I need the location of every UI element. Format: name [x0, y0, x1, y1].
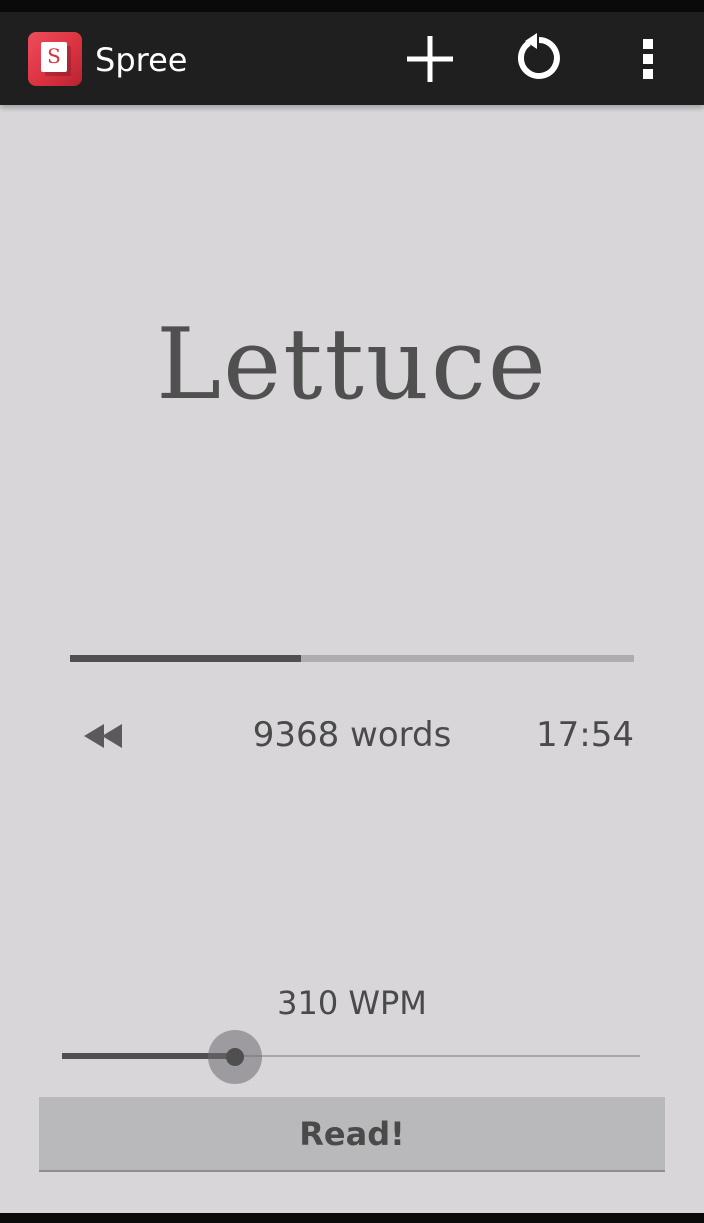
- app-title: Spree: [95, 41, 188, 79]
- action-bar: S Spree: [0, 12, 704, 105]
- rewind-button[interactable]: [74, 713, 134, 759]
- app-logo-icon[interactable]: S: [28, 32, 82, 86]
- navigation-bar: [0, 1213, 704, 1223]
- status-bar: [0, 0, 704, 12]
- overflow-menu-icon: [643, 39, 653, 79]
- app-logo-letter: S: [47, 44, 61, 68]
- restart-icon: [517, 33, 560, 79]
- reading-progress-bar: [70, 655, 634, 662]
- slider-thumb[interactable]: [208, 1030, 262, 1084]
- wpm-label: 310 WPM: [277, 984, 427, 1022]
- restart-button[interactable]: [509, 29, 569, 89]
- current-word: Lettuce: [156, 308, 548, 422]
- word-count: 9368 words: [252, 715, 452, 755]
- reading-progress-fill: [70, 655, 301, 662]
- add-button[interactable]: [400, 29, 460, 89]
- rewind-icon: [84, 724, 122, 748]
- read-button[interactable]: Read!: [39, 1097, 665, 1172]
- overflow-menu-button[interactable]: [618, 29, 678, 89]
- time-remaining: 17:54: [536, 715, 634, 755]
- speed-slider[interactable]: [62, 1030, 640, 1084]
- plus-icon: [407, 36, 453, 82]
